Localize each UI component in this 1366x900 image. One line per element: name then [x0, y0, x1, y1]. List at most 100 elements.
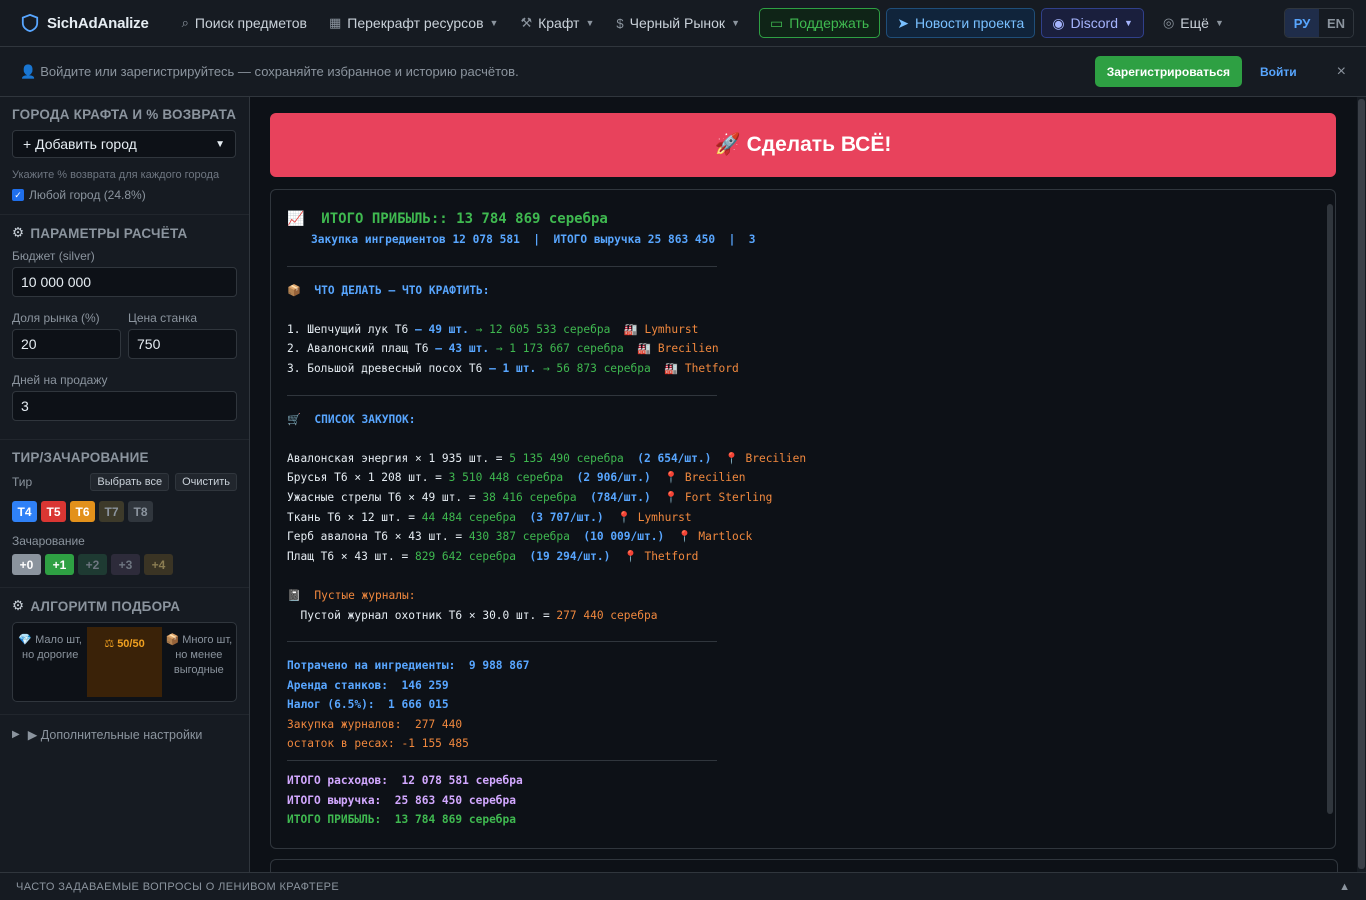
main-content: 🚀 Сделать ВСЁ! 📈 ИТОГО ПРИБЫЛЬ:: 13 784 …	[250, 97, 1366, 872]
do-all-button[interactable]: 🚀 Сделать ВСЁ!	[270, 113, 1336, 177]
language-switcher: РУ EN	[1284, 8, 1354, 38]
algo-option-volume-label: Много шт, но менее выгодные	[173, 634, 233, 676]
total-expense: ИТОГО расходов: 12 078 581 серебра	[287, 774, 523, 788]
discord-icon: ◉	[1052, 14, 1065, 31]
algo-option-volume[interactable]: 📦 Много шт, но менее выгодные	[162, 623, 236, 701]
nav-craft[interactable]: ⚒ Крафт ▼	[509, 8, 605, 38]
cities-hint: Укажите % возврата для каждого города	[12, 169, 220, 181]
faq-footer[interactable]: ЧАСТО ЗАДАВАЕМЫЕ ВОПРОСЫ О ЛЕНИВОМ КРАФТ…	[0, 872, 1366, 900]
enchant-label: Зачарование	[12, 534, 85, 548]
support-button[interactable]: ▭ Поддержать	[758, 8, 881, 38]
craft-item: 2. Авалонский плащ T6 — 43 шт. → 1 173 6…	[287, 342, 719, 356]
summary-tax: Налог (6.5%): 1 666 015	[287, 698, 449, 712]
tier-chip-t6[interactable]: T6	[70, 501, 95, 522]
sell-days-label: Дней на продажу	[12, 373, 108, 387]
params-title: ⚙ ПАРАМЕТРЫ РАСЧЁТА	[12, 225, 237, 241]
close-icon[interactable]: ×	[1337, 63, 1346, 81]
advanced-settings-toggle[interactable]: ▶ ▶ Дополнительные настройки	[0, 715, 249, 754]
market-share-input[interactable]: 20	[12, 329, 121, 359]
chevron-up-icon[interactable]: ▲	[1339, 881, 1350, 893]
brand-logo[interactable]: SichAdAnalize	[21, 14, 149, 32]
shield-logo-icon	[21, 14, 39, 32]
algo-option-balanced-label: 50/50	[117, 638, 145, 650]
params-section: ⚙ ПАРАМЕТРЫ РАСЧЁТА Бюджет (silver) 10 0…	[0, 215, 249, 440]
enchant-chip-1[interactable]: +1	[45, 554, 74, 575]
report-header-summary: Закупка ингредиентов 12 078 581 | ИТОГО …	[311, 233, 756, 246]
brand-name: SichAdAnalize	[47, 14, 149, 32]
select-all-button[interactable]: Выбрать все	[90, 473, 170, 491]
nav-black-market[interactable]: $ Черный Рынок ▼	[605, 8, 751, 38]
banner-text: Войдите или зарегистрируйтесь — сохраняй…	[40, 63, 519, 79]
result-scrollbar[interactable]	[1327, 204, 1333, 814]
params-title-text: ПАРАМЕТРЫ РАСЧЁТА	[30, 225, 188, 241]
craft-item: 3. Большой древесный посох T6 — 1 шт. → …	[287, 361, 739, 375]
tier-label: Тир	[12, 475, 33, 489]
buy-item: Герб авалона T6 × 43 шт. = 430 387 сереб…	[287, 530, 753, 544]
craft-item: 1. Шепчущий лук T6 — 49 шт. → 12 605 533…	[287, 322, 699, 336]
tier-header: Тир Выбрать все Очистить	[12, 473, 237, 491]
any-city-checkbox-row[interactable]: ✓ Любой город (24.8%)	[12, 188, 237, 202]
station-price-label: Цена станка	[128, 311, 198, 325]
tier-chip-t4[interactable]: T4	[12, 501, 37, 522]
checkbox-checked-icon[interactable]: ✓	[12, 189, 24, 201]
main-scrollbar-thumb[interactable]	[1358, 99, 1365, 869]
tier-chip-t8[interactable]: T8	[128, 501, 153, 522]
nav-resource-recraft[interactable]: ▦ Перекрафт ресурсов ▼	[318, 8, 509, 38]
chevron-down-icon: ▼	[215, 138, 225, 150]
lang-ru-button[interactable]: РУ	[1285, 9, 1319, 37]
tier-title: ТИР/ЗАЧАРОВАНИЕ	[12, 450, 149, 465]
algo-option-expensive[interactable]: 💎 Мало шт, но дорогие	[13, 623, 87, 701]
dollar-icon: $	[616, 15, 624, 31]
report-journals-title: 📓 Пустые журналы:	[287, 588, 416, 602]
register-button[interactable]: Зарегистрироваться	[1094, 56, 1243, 87]
triangle-right-icon: ▶	[12, 729, 20, 740]
nav-search-items[interactable]: ⌕ Поиск предметов	[171, 8, 318, 38]
budget-label: Бюджет (silver)	[12, 249, 95, 263]
sell-days-input[interactable]: 3	[12, 391, 237, 421]
summary-rent: Аренда станков: 146 259	[287, 678, 449, 692]
clear-button[interactable]: Очистить	[175, 473, 237, 491]
nav-craft-label: Крафт	[538, 15, 580, 31]
lang-en-button[interactable]: EN	[1319, 9, 1353, 37]
summary-rest: остаток в ресах: -1 155 485	[287, 737, 469, 751]
tier-chips: T4 T5 T6 T7 T8	[12, 501, 237, 522]
buy-item: Авалонская энергия × 1 935 шт. = 5 135 4…	[287, 451, 807, 465]
algorithm-section: ⚙ АЛГОРИТМ ПОДБОРА 💎 Мало шт, но дорогие…	[0, 588, 249, 715]
tier-chip-t5[interactable]: T5	[41, 501, 66, 522]
chevron-down-icon: ▼	[1214, 18, 1224, 28]
project-news-label: Новости проекта	[914, 15, 1025, 31]
chevron-down-icon: ▼	[585, 18, 595, 28]
enchant-chip-3[interactable]: +3	[111, 554, 140, 575]
cities-section: ГОРОДА КРАФТА И % ВОЗВРАТА + Добавить го…	[0, 97, 249, 215]
main-scrollbar[interactable]	[1357, 97, 1366, 872]
market-share-label: Доля рынка (%)	[12, 311, 100, 325]
buy-list: Авалонская энергия × 1 935 шт. = 5 135 4…	[287, 449, 1307, 567]
enchant-chip-2[interactable]: +2	[78, 554, 107, 575]
algo-option-balanced[interactable]: ⚖ 50/50	[87, 627, 162, 697]
nav-resource-recraft-label: Перекрафт ресурсов	[347, 15, 484, 31]
login-button[interactable]: Войти	[1260, 65, 1297, 79]
any-city-pct: (24.8%)	[103, 188, 146, 202]
top-navbar: SichAdAnalize ⌕ Поиск предметов ▦ Перекр…	[0, 0, 1366, 47]
summary-journals: Закупка журналов: 277 440	[287, 717, 463, 731]
enchant-chip-0[interactable]: +0	[12, 554, 41, 575]
discord-button[interactable]: ◉ Discord ▼	[1041, 8, 1144, 38]
box-icon: 📦 Много шт, но менее выгодные	[165, 634, 233, 676]
budget-input[interactable]: 10 000 000	[12, 267, 237, 297]
chevron-down-icon: ▼	[1124, 18, 1133, 28]
nav-search-items-label: Поиск предметов	[194, 15, 307, 31]
banner-message: 👤 Войдите или зарегистрируйтесь — сохраня…	[20, 64, 519, 80]
nav-more-label: Ещё	[1180, 15, 1209, 31]
add-city-select[interactable]: + Добавить город ▼	[12, 130, 236, 158]
chevron-down-icon: ▼	[489, 18, 499, 28]
algorithm-title: ⚙ АЛГОРИТМ ПОДБОРА	[12, 598, 237, 614]
login-banner: 👤 Войдите или зарегистрируйтесь — сохраня…	[0, 47, 1366, 97]
tier-chip-t7[interactable]: T7	[99, 501, 124, 522]
nav-more[interactable]: ◎ Ещё ▼	[1152, 8, 1235, 38]
enchant-chip-4[interactable]: +4	[144, 554, 173, 575]
support-button-label: Поддержать	[789, 15, 870, 31]
buy-item: Плащ T6 × 43 шт. = 829 642 серебра (19 2…	[287, 549, 699, 563]
project-news-button[interactable]: ➤ Новости проекта	[886, 8, 1036, 38]
station-price-input[interactable]: 750	[128, 329, 237, 359]
gem-icon: 💎 Мало шт, но дорогие	[18, 634, 82, 661]
